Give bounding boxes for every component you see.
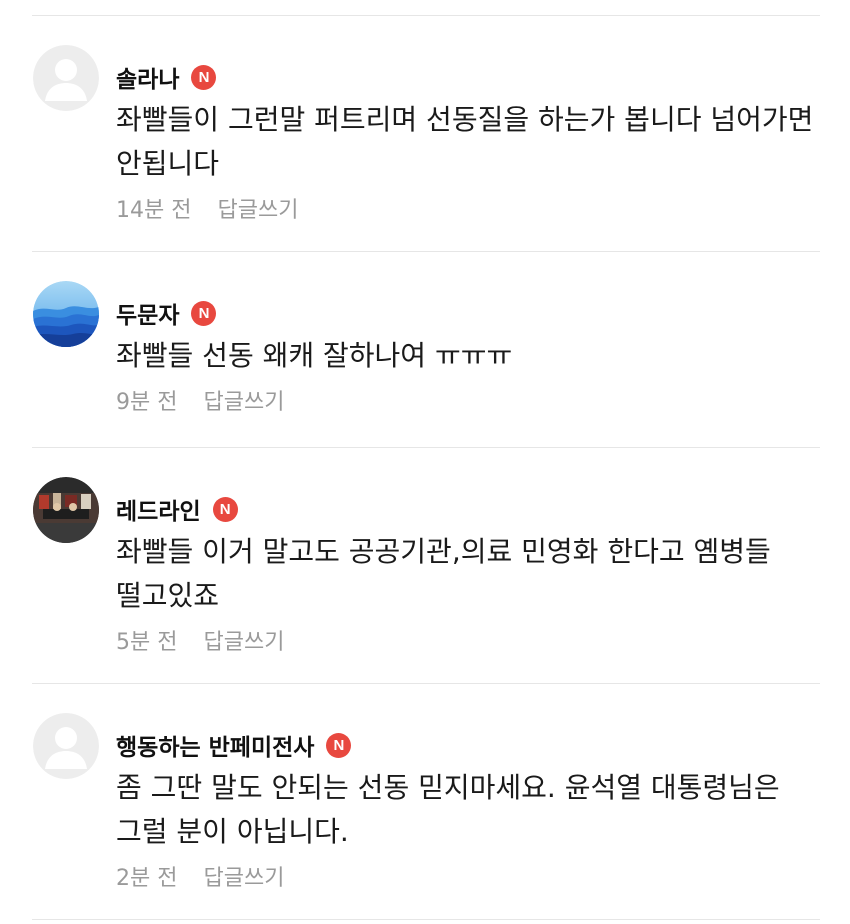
comment-meta: 14분 전 답글쓰기	[116, 192, 820, 224]
reply-button[interactable]: 답글쓰기	[203, 384, 284, 416]
comment-meta: 2분 전 답글쓰기	[116, 860, 820, 892]
comment-item: 두문자 N 좌빨들 선동 왜캐 잘하나여 ㅠㅠㅠ 9분 전 답글쓰기	[32, 252, 820, 448]
photo-avatar-icon[interactable]	[33, 477, 99, 543]
nickname[interactable]: 레드라인	[116, 492, 201, 526]
comment-header: 행동하는 반페미전사 N	[116, 728, 820, 762]
comment-text: 좀 그딴 말도 안되는 선동 믿지마세요. 윤석열 대통령님은 그럴 분이 아닙…	[116, 771, 780, 848]
comment-meta: 9분 전 답글쓰기	[116, 384, 820, 416]
comment-meta: 5분 전 답글쓰기	[116, 624, 820, 656]
comment-time: 5분 전	[116, 630, 178, 655]
comment-time: 9분 전	[116, 390, 178, 415]
new-badge: N	[191, 64, 217, 90]
new-badge: N	[212, 496, 238, 522]
comment-body: 솔라나 N 좌빨들이 그런말 퍼트리며 선동질을 하는가 봅니다 넘어가면 안됩…	[116, 60, 820, 224]
comment-header: 솔라나 N	[116, 60, 820, 94]
default-avatar-icon[interactable]	[33, 713, 99, 779]
comment-item: 솔라나 N 좌빨들이 그런말 퍼트리며 선동질을 하는가 봅니다 넘어가면 안됩…	[32, 16, 820, 252]
comment-item: 행동하는 반페미전사 N 좀 그딴 말도 안되는 선동 믿지마세요. 윤석열 대…	[32, 684, 820, 920]
new-badge: N	[191, 300, 217, 326]
comment-text: 좌빨들 선동 왜캐 잘하나여 ㅠㅠㅠ	[116, 339, 513, 372]
reply-button[interactable]: 답글쓰기	[203, 624, 284, 656]
default-avatar-icon[interactable]	[33, 45, 99, 111]
comment-body: 두문자 N 좌빨들 선동 왜캐 잘하나여 ㅠㅠㅠ 9분 전 답글쓰기	[116, 296, 820, 416]
comment-text: 좌빨들이 그런말 퍼트리며 선동질을 하는가 봅니다 넘어가면 안됩니다	[116, 103, 814, 180]
reply-button[interactable]: 답글쓰기	[203, 860, 284, 892]
nickname[interactable]: 행동하는 반페미전사	[116, 728, 314, 762]
comment-item: 레드라인 N 좌빨들 이거 말고도 공공기관,의료 민영화 한다고 옘병들 떨고…	[32, 448, 820, 684]
comment-body: 행동하는 반페미전사 N 좀 그딴 말도 안되는 선동 믿지마세요. 윤석열 대…	[116, 728, 820, 892]
new-badge: N	[326, 732, 352, 758]
mountain-avatar-icon[interactable]	[33, 281, 99, 347]
comment-header: 두문자 N	[116, 296, 820, 330]
reply-button[interactable]: 답글쓰기	[217, 192, 298, 224]
comment-list: 솔라나 N 좌빨들이 그런말 퍼트리며 선동질을 하는가 봅니다 넘어가면 안됩…	[32, 15, 820, 920]
comment-time: 2분 전	[116, 866, 178, 891]
comment-header: 레드라인 N	[116, 492, 820, 526]
nickname[interactable]: 두문자	[116, 296, 179, 330]
comment-time: 14분 전	[116, 198, 192, 223]
comment-body: 레드라인 N 좌빨들 이거 말고도 공공기관,의료 민영화 한다고 옘병들 떨고…	[116, 492, 820, 656]
comment-text: 좌빨들 이거 말고도 공공기관,의료 민영화 한다고 옘병들 떨고있죠	[116, 535, 771, 612]
nickname[interactable]: 솔라나	[116, 60, 179, 94]
